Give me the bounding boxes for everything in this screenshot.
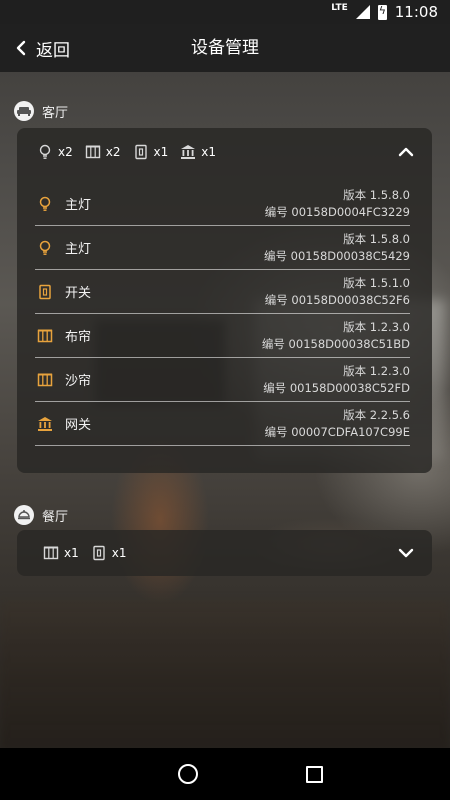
curtain-icon (37, 329, 53, 342)
dining-icon (14, 505, 34, 525)
device-list: 主灯 版本 1.5.8.0 编号 00158D0004FC3229 主灯 版本 … (17, 176, 432, 456)
device-row[interactable]: 主灯 版本 1.5.8.0 编号 00158D00038C5429 (35, 226, 410, 270)
room-summary[interactable]: x1 x1 (17, 530, 432, 576)
room-name: 客厅 (42, 105, 69, 121)
title-bar: 返回 设备管理 (0, 24, 450, 72)
room-name: 餐厅 (42, 509, 69, 525)
bulb-icon (39, 144, 51, 159)
sofa-icon (14, 101, 34, 121)
device-row[interactable]: 沙帘 版本 1.2.3.0 编号 00158D00038C52FD (35, 358, 410, 402)
device-name: 主灯 (65, 242, 92, 257)
device-row[interactable]: 网关 版本 2.2.5.6 编号 00007CDFA107C99E (35, 402, 410, 446)
summary-item-curtain: x1 (43, 545, 79, 561)
chevron-up-icon[interactable] (396, 142, 416, 162)
gateway-icon (181, 145, 196, 159)
summary-item-curtain: x2 (85, 144, 121, 160)
clock: 11:08 (394, 3, 438, 21)
device-version: 版本 1.2.3.0 (343, 363, 410, 378)
device-version: 版本 1.5.8.0 (343, 231, 410, 246)
device-row[interactable]: 主灯 版本 1.5.8.0 编号 00158D0004FC3229 (35, 182, 410, 226)
chevron-down-icon[interactable] (396, 543, 416, 563)
curtain-icon (85, 145, 100, 159)
device-row[interactable]: 开关 版本 1.5.1.0 编号 00158D00038C52F6 (35, 270, 410, 314)
summary-item-switch: x1 (91, 545, 127, 561)
room-header-living: 客厅 (14, 101, 68, 121)
back-label: 返回 (36, 40, 70, 61)
curtain-icon (37, 373, 53, 386)
device-serial: 编号 00158D00038C52FD (263, 380, 410, 395)
room-summary[interactable]: x2 x2 x1 x1 (17, 128, 432, 176)
bulb-icon (39, 240, 51, 255)
device-serial: 编号 00158D00038C5429 (264, 248, 410, 263)
signal-icon (355, 5, 370, 19)
device-name: 主灯 (65, 198, 92, 213)
device-serial: 编号 00158D0004FC3229 (264, 204, 410, 219)
device-name: 网关 (65, 418, 92, 433)
summary-item-bulb: x2 (37, 144, 73, 160)
gateway-icon (38, 416, 52, 431)
summary-item-switch: x1 (133, 144, 168, 160)
home-button[interactable] (177, 764, 198, 784)
device-version: 版本 1.5.8.0 (343, 187, 410, 202)
device-serial: 编号 00158D00038C52F6 (264, 292, 410, 307)
network-type: LTE (331, 3, 348, 13)
device-version: 版本 1.2.3.0 (343, 319, 410, 334)
switch-icon (134, 144, 147, 160)
device-version: 版本 2.2.5.6 (343, 407, 410, 422)
switch-icon (93, 545, 105, 561)
device-name: 沙帘 (65, 374, 92, 389)
status-bar: LTE 11:08 (0, 0, 450, 24)
device-name: 布帘 (65, 330, 92, 345)
room-card-living: x2 x2 x1 x1 主灯 版本 1.5.8.0 编号 00158D0004F… (17, 128, 432, 473)
system-nav-bar (0, 748, 450, 800)
chevron-left-icon (16, 40, 26, 56)
recents-button[interactable] (305, 765, 323, 783)
battery-charging-icon (377, 4, 387, 20)
background-floor (0, 600, 450, 750)
bulb-icon (39, 196, 51, 211)
curtain-icon (43, 546, 59, 560)
switch-icon (39, 284, 51, 299)
room-card-dining: x1 x1 (17, 530, 432, 576)
device-serial: 编号 00007CDFA107C99E (264, 424, 410, 439)
summary-item-gateway: x1 (180, 144, 216, 160)
device-row[interactable]: 布帘 版本 1.2.3.0 编号 00158D00038C51BD (35, 314, 410, 358)
back-button[interactable]: 返回 (14, 24, 70, 72)
device-serial: 编号 00158D00038C51BD (261, 336, 410, 351)
device-version: 版本 1.5.1.0 (343, 275, 410, 290)
room-header-dining: 餐厅 (14, 505, 68, 525)
device-name: 开关 (65, 286, 92, 301)
